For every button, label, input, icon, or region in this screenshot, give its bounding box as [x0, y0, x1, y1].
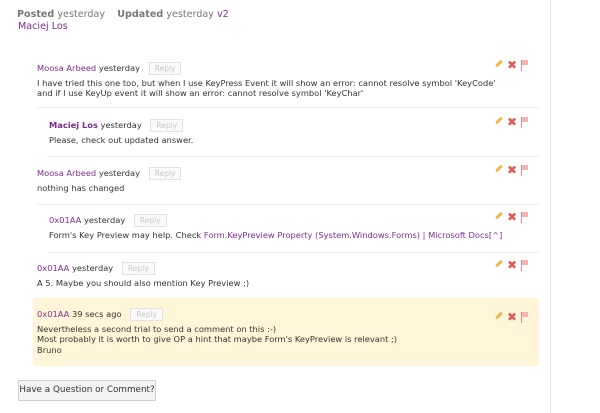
comment-time: 39 secs ago	[71, 309, 122, 319]
right-rail-divider	[550, 0, 551, 413]
reply-button[interactable]: Reply	[133, 214, 167, 227]
comment-item: Maciej Los yesterday Reply Please, check…	[49, 113, 539, 157]
comment-actions: ✖	[495, 163, 535, 179]
comment-body: nothing has changed	[37, 183, 124, 193]
comment-author[interactable]: Moosa Arbeed	[37, 168, 96, 178]
flag-icon[interactable]	[521, 212, 529, 223]
comment-line: I have tried this one too, but when I us…	[37, 78, 496, 88]
delete-icon[interactable]: ✖	[507, 58, 517, 72]
comment-actions: ✖	[495, 258, 535, 274]
comment-actions: ✖	[495, 115, 535, 131]
comment-body: A 5. Maybe you should also mention Key P…	[37, 278, 249, 288]
delete-icon[interactable]: ✖	[507, 258, 517, 272]
comment-body: I have tried this one too, but when I us…	[37, 78, 496, 99]
edit-icon[interactable]	[495, 59, 503, 68]
comment-author[interactable]: 0x01AA	[49, 215, 81, 225]
comment-time: yesterday	[100, 120, 142, 130]
comment-body: Form's Key Preview may help. Check Form.…	[49, 230, 502, 240]
comment-line: Bruno	[37, 344, 62, 355]
ask-question-button[interactable]: Have a Question or Comment?	[18, 380, 156, 401]
comment-line: Please, check out updated answer.	[49, 135, 194, 145]
comment-actions: ✖	[495, 210, 535, 226]
comment-item-new: 0x01AA 39 secs ago Reply Nevertheless a …	[33, 298, 539, 366]
answer-author[interactable]: Maciej Los	[18, 21, 68, 32]
comment-time: yesterday	[83, 215, 126, 225]
comment-item: 0x01AA yesterday Reply A 5. Maybe you sh…	[37, 256, 539, 300]
version-link[interactable]: v2	[217, 9, 229, 20]
post-meta: Posted yesterday Updated yesterday v2	[17, 9, 229, 20]
comment-item: Moosa Arbeed yesterday Reply nothing has…	[37, 161, 539, 205]
delete-icon[interactable]: ✖	[507, 115, 517, 129]
comment-time: yesterday	[98, 168, 141, 178]
comment-author[interactable]: Moosa Arbeed	[37, 63, 96, 73]
reply-button[interactable]: Reply	[130, 308, 163, 321]
reply-button[interactable]: Reply	[150, 119, 184, 132]
edit-icon[interactable]	[495, 164, 503, 173]
comment-time: yesterday	[71, 263, 114, 273]
edit-icon[interactable]	[495, 259, 503, 268]
external-link-marker[interactable]: [^]	[489, 230, 502, 240]
updated-time: yesterday	[166, 9, 214, 20]
delete-icon[interactable]: ✖	[507, 163, 517, 177]
posted-label: Posted	[17, 9, 55, 20]
comment-line: and if I use KeyUp event it will show an…	[37, 88, 364, 99]
flag-icon[interactable]	[521, 165, 529, 176]
comment-line: nothing has changed	[37, 183, 125, 193]
comment-item: Moosa Arbeed yesterday Reply I have trie…	[37, 56, 539, 108]
reply-button[interactable]: Reply	[148, 167, 182, 180]
comment-actions: ✖	[495, 58, 535, 74]
comment-body: Nevertheless a second trial to send a co…	[37, 324, 397, 355]
delete-icon[interactable]: ✖	[507, 310, 517, 324]
delete-icon[interactable]: ✖	[507, 210, 517, 224]
comment-time: yesterday	[98, 63, 141, 73]
reply-button[interactable]: Reply	[148, 62, 182, 75]
comment-actions: ✖	[495, 310, 535, 326]
comment-text: Form's Key Preview may help. Check	[49, 230, 204, 240]
comment-item: 0x01AA yesterday Reply Form's Key Previe…	[49, 208, 539, 253]
flag-icon[interactable]	[521, 260, 529, 271]
docs-link[interactable]: Form.KeyPreview Property (System.Windows…	[204, 230, 489, 240]
edit-icon[interactable]	[495, 211, 503, 220]
comment-author[interactable]: Maciej Los	[49, 120, 98, 130]
comment-line: Nevertheless a second trial to send a co…	[37, 324, 277, 334]
reply-button[interactable]: Reply	[121, 262, 155, 275]
updated-label: Updated	[117, 9, 164, 20]
comment-author[interactable]: 0x01AA	[37, 309, 69, 319]
edit-icon[interactable]	[495, 116, 503, 125]
edit-icon[interactable]	[495, 311, 503, 320]
flag-icon[interactable]	[521, 60, 529, 71]
flag-icon[interactable]	[521, 312, 529, 323]
comment-body: Please, check out updated answer.	[49, 135, 193, 145]
posted-time: yesterday	[57, 9, 106, 20]
comment-author[interactable]: 0x01AA	[37, 263, 69, 273]
comment-line: A 5. Maybe you should also mention Key P…	[37, 278, 250, 288]
flag-icon[interactable]	[521, 117, 529, 128]
comment-line: Most probably it is worth to give OP a h…	[37, 334, 398, 345]
